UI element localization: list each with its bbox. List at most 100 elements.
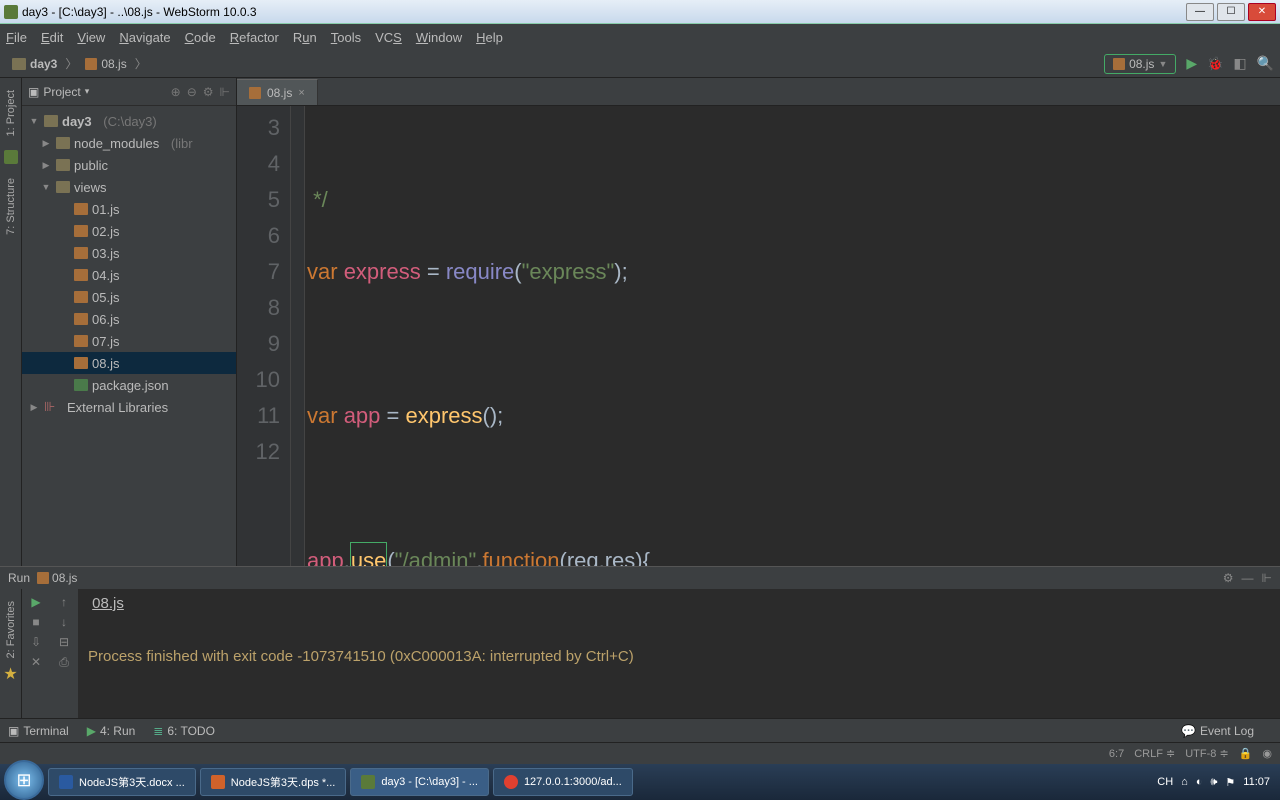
tab-structure[interactable]: 7: Structure	[3, 172, 19, 241]
collapse-icon[interactable]: ⊕	[171, 85, 181, 99]
tab-eventlog[interactable]: 💬Event Log	[1181, 724, 1254, 738]
tree-file[interactable]: 03.js	[22, 242, 236, 264]
run-out-file[interactable]: 08.js	[92, 595, 124, 612]
editor-tab-label: 08.js	[267, 86, 292, 100]
tree-file[interactable]: 05.js	[22, 286, 236, 308]
breadcrumb-project-label: day3	[30, 57, 57, 71]
start-button[interactable]: ⊞	[4, 760, 44, 800]
left-tool-stripe-bottom: 2: Favorites ★	[0, 589, 22, 718]
hide-icon[interactable]: ⊩	[220, 85, 230, 99]
rerun-icon[interactable]: ▶	[31, 595, 40, 609]
system-tray[interactable]: CH ⌂ ◐ 🕪 ⚑ 11:07	[1157, 776, 1276, 789]
tree-file[interactable]: package.json	[22, 374, 236, 396]
bottom-toolbar: ▣Terminal ▶4: Run ≣6: TODO 💬Event Log	[0, 718, 1280, 742]
ime-indicator[interactable]: CH	[1157, 776, 1173, 788]
fold-column[interactable]	[291, 106, 305, 566]
search-icon[interactable]: 🔍	[1257, 55, 1274, 72]
project-header: ▣ Project ▾ ⊕ ⊖ ⚙ ⊩	[22, 78, 236, 106]
lock-icon[interactable]: 🔒	[1239, 747, 1253, 760]
project-tree[interactable]: ▼day3 (C:\day3) ▶node_modules (libr ▶pub…	[22, 106, 236, 566]
tree-file[interactable]: 04.js	[22, 264, 236, 286]
tab-todo[interactable]: ≣6: TODO	[153, 724, 215, 738]
run-button[interactable]: ▶	[1186, 55, 1197, 72]
target-icon[interactable]: ⊖	[187, 85, 197, 99]
tab-project[interactable]: 1: Project	[3, 84, 19, 142]
menu-file[interactable]: File	[6, 30, 27, 45]
tree-root[interactable]: ▼day3 (C:\day3)	[22, 110, 236, 132]
line-ending[interactable]: CRLF ≑	[1134, 747, 1175, 760]
source-code[interactable]: */ var express = require("express"); var…	[305, 106, 1280, 566]
menu-window[interactable]: Window	[416, 30, 462, 45]
task-item[interactable]: 127.0.0.1:3000/ad...	[493, 768, 633, 796]
close-tab-icon[interactable]: ×	[298, 87, 304, 99]
hide-panel-icon[interactable]: ⊩	[1262, 571, 1272, 585]
stop-icon[interactable]: ◧	[1233, 55, 1246, 72]
tab-favorites[interactable]: 2: Favorites	[3, 595, 19, 664]
gear-icon[interactable]: ⚙	[1223, 571, 1234, 585]
app-icon	[4, 5, 18, 19]
tab-run[interactable]: ▶4: Run	[87, 724, 136, 738]
run-panel-cfg: 08.js	[52, 571, 77, 585]
js-file-icon	[249, 87, 261, 99]
editor-tab[interactable]: 08.js ×	[237, 79, 318, 105]
stop-icon[interactable]: ■	[32, 615, 39, 629]
minimize-button[interactable]: —	[1186, 3, 1214, 21]
project-header-label: Project	[43, 85, 80, 99]
menu-navigate[interactable]: Navigate	[119, 30, 170, 45]
tree-file-selected[interactable]: 08.js	[22, 352, 236, 374]
tree-node-modules[interactable]: ▶node_modules (libr	[22, 132, 236, 154]
task-item-active[interactable]: day3 - [C:\day3] - ...	[350, 768, 489, 796]
tray-icon[interactable]: ⌂	[1181, 776, 1188, 788]
ws-icon	[4, 150, 18, 164]
tree-ext-lib[interactable]: ▶⊪ External Libraries	[22, 396, 236, 418]
nav-toolbar: day3 〉 08.js 〉 08.js ▼ ▶ 🐞 ◧ 🔍	[0, 50, 1280, 78]
menu-refactor[interactable]: Refactor	[230, 30, 279, 45]
js-file-icon	[85, 58, 97, 70]
tree-file[interactable]: 02.js	[22, 220, 236, 242]
gear-icon[interactable]: ⚙	[203, 85, 214, 99]
caret-position[interactable]: 6:7	[1109, 748, 1124, 760]
menu-edit[interactable]: Edit	[41, 30, 63, 45]
tree-public[interactable]: ▶public	[22, 154, 236, 176]
inspect-icon[interactable]: ◉	[1262, 747, 1272, 760]
menu-view[interactable]: View	[77, 30, 105, 45]
tree-file[interactable]: 06.js	[22, 308, 236, 330]
up-icon[interactable]: ↑	[61, 595, 67, 609]
run-output[interactable]: 08.js Process finished with exit code -1…	[78, 589, 1280, 718]
task-item[interactable]: NodeJS第3天.dps *...	[200, 768, 347, 796]
minimize-panel-icon[interactable]: —	[1242, 571, 1254, 585]
breadcrumb-project[interactable]: day3	[6, 55, 63, 73]
tray-icon[interactable]: ⚑	[1225, 776, 1235, 789]
menu-bar: File Edit View Navigate Code Refactor Ru…	[0, 24, 1280, 50]
menu-run[interactable]: Run	[293, 30, 317, 45]
breadcrumb-file[interactable]: 08.js	[79, 55, 132, 73]
menu-code[interactable]: Code	[185, 30, 216, 45]
debug-button[interactable]: 🐞	[1207, 56, 1223, 72]
tab-terminal[interactable]: ▣Terminal	[8, 724, 69, 738]
code-editor[interactable]: 3456789101112 */ var express = require("…	[237, 106, 1280, 566]
tree-file[interactable]: 07.js	[22, 330, 236, 352]
breadcrumb-file-label: 08.js	[101, 57, 126, 71]
close-button[interactable]: ✕	[1248, 3, 1276, 21]
menu-tools[interactable]: Tools	[331, 30, 361, 45]
close-icon[interactable]: ✕	[31, 655, 41, 669]
encoding[interactable]: UTF-8 ≑	[1185, 747, 1228, 760]
maximize-button[interactable]: ☐	[1217, 3, 1245, 21]
run-config-selector[interactable]: 08.js ▼	[1104, 54, 1176, 74]
menu-help[interactable]: Help	[476, 30, 503, 45]
tray-icon[interactable]: ◐	[1196, 776, 1203, 788]
tree-file[interactable]: 01.js	[22, 198, 236, 220]
down-icon[interactable]: ↓	[61, 615, 67, 629]
tree-views[interactable]: ▼views	[22, 176, 236, 198]
run-out-message: Process finished with exit code -1073741…	[88, 648, 1270, 665]
print-icon[interactable]: ⎙	[59, 655, 69, 670]
dump-icon[interactable]: ⇩	[31, 635, 41, 649]
run-toolbar-cols: ↑ ↓ ⊟ ⎙	[50, 589, 78, 718]
task-item[interactable]: NodeJS第3天.docx ...	[48, 768, 196, 796]
breadcrumb-sep2: 〉	[135, 55, 147, 72]
tray-icon[interactable]: 🕪	[1210, 776, 1217, 789]
menu-vcs[interactable]: VCS	[375, 30, 402, 45]
wrap-icon[interactable]: ⊟	[59, 635, 69, 649]
run-toolbar-left: ▶ ■ ⇩ ✕	[22, 589, 50, 718]
clock[interactable]: 11:07	[1243, 776, 1270, 788]
